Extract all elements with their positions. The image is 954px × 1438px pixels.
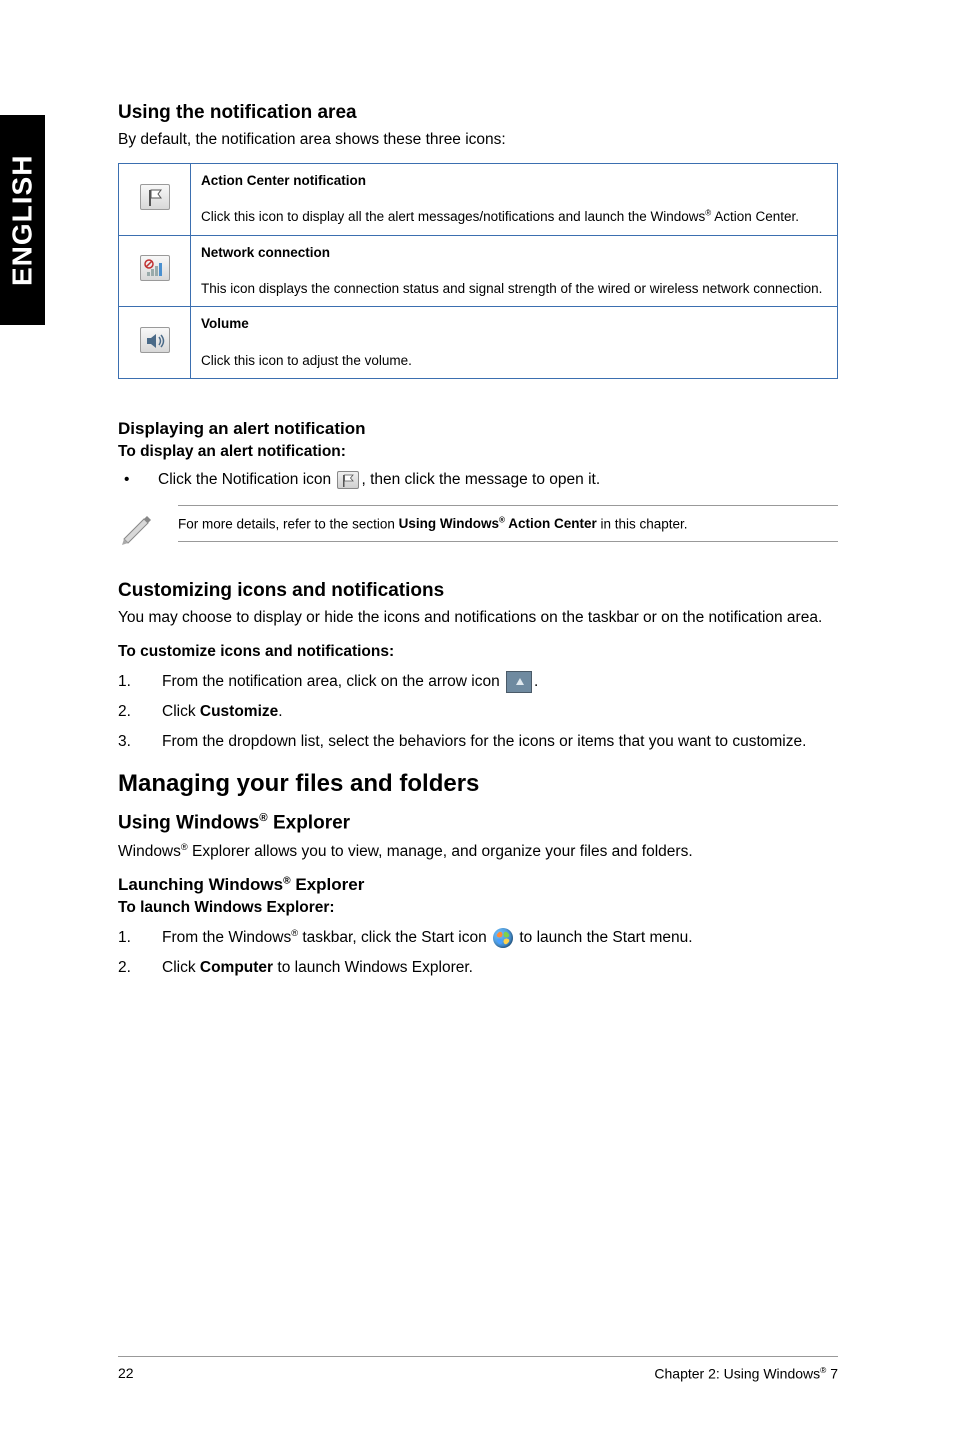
sub2-pre: Launching Windows <box>118 875 283 894</box>
row-title: Volume <box>201 316 249 331</box>
intro-customize: You may choose to display or hide the ic… <box>118 608 838 629</box>
bullet-pre: Click the Notification icon <box>158 471 335 488</box>
sub2-post: Explorer <box>291 875 365 894</box>
icon-cell <box>119 235 191 307</box>
heading-windows-explorer: Using Windows® Explorer <box>118 812 838 834</box>
notification-icons-table: Action Center notification Click this ic… <box>118 163 838 379</box>
reg-mark: ® <box>181 842 188 852</box>
page-footer: 22 Chapter 2: Using Windows® 7 <box>118 1356 838 1382</box>
step-post: to launch the Start menu. <box>515 929 693 946</box>
table-row: Action Center notification Click this ic… <box>119 163 838 235</box>
note-pre: For more details, refer to the section <box>178 516 399 531</box>
note-bold-post: Action Center <box>505 516 597 531</box>
sub-post: Explorer <box>268 813 350 834</box>
arrow-up-icon <box>506 671 532 693</box>
list-item: Click Computer to launch Windows Explore… <box>118 957 838 979</box>
step-post: . <box>278 703 282 720</box>
table-row: Volume Click this icon to adjust the vol… <box>119 307 838 379</box>
icon-cell <box>119 163 191 235</box>
list-item: From the notification area, click on the… <box>118 671 838 693</box>
reg-mark: ® <box>283 875 291 886</box>
windows-start-icon <box>493 928 513 948</box>
icon-description: Action Center notification Click this ic… <box>191 163 838 235</box>
step-bold: Computer <box>200 959 273 976</box>
heading-display-alert: Displaying an alert notification <box>118 419 838 439</box>
list-item: From the dropdown list, select the behav… <box>118 731 838 753</box>
subheading-display-alert: To display an alert notification: <box>118 443 838 461</box>
note-box: For more details, refer to the section U… <box>118 505 838 552</box>
step-post: . <box>534 673 538 690</box>
step-pre: Click <box>162 959 200 976</box>
intro-notification-area: By default, the notification area shows … <box>118 130 838 151</box>
sub-pre: Using Windows <box>118 813 259 834</box>
row-title: Action Center notification <box>201 173 366 188</box>
step-pre: From the notification area, click on the… <box>162 673 504 690</box>
chapter-pre: Chapter 2: Using Windows <box>654 1366 820 1382</box>
row-desc-pre: Click this icon to display all the alert… <box>201 209 705 224</box>
intro-post: Explorer allows you to view, manage, and… <box>188 843 693 860</box>
reg-mark: ® <box>259 812 267 824</box>
subheading-launch-explorer: To launch Windows Explorer: <box>118 899 838 917</box>
step-pre: Click <box>162 703 200 720</box>
bullet-dot: • <box>118 471 158 489</box>
bullet-text: Click the Notification icon , then click… <box>158 471 600 489</box>
pencil-icon <box>118 505 178 552</box>
step-post: to launch Windows Explorer. <box>273 959 473 976</box>
intro-explorer: Windows® Explorer allows you to view, ma… <box>118 841 838 863</box>
row-desc-post: Action Center. <box>711 209 799 224</box>
row-desc: Click this icon to adjust the volume. <box>201 353 412 368</box>
notification-flag-icon <box>337 471 359 489</box>
chapter-post: 7 <box>826 1366 838 1382</box>
table-row: Network connection This icon displays th… <box>119 235 838 307</box>
heading-launch-explorer: Launching Windows® Explorer <box>118 875 838 895</box>
row-title: Network connection <box>201 245 330 260</box>
page-number: 22 <box>118 1365 134 1382</box>
bullet-post: , then click the message to open it. <box>361 471 600 488</box>
volume-icon <box>140 327 170 353</box>
note-text: For more details, refer to the section U… <box>178 505 838 543</box>
subheading-customize: To customize icons and notifications: <box>118 643 838 661</box>
note-post: in this chapter. <box>597 516 688 531</box>
launch-steps: From the Windows® taskbar, click the Sta… <box>118 927 838 979</box>
chapter-label: Chapter 2: Using Windows® 7 <box>654 1365 838 1382</box>
heading-notification-area: Using the notification area <box>118 102 838 124</box>
note-bold-pre: Using Windows <box>399 516 499 531</box>
icon-description: Volume Click this icon to adjust the vol… <box>191 307 838 379</box>
list-item: From the Windows® taskbar, click the Sta… <box>118 927 838 949</box>
icon-description: Network connection This icon displays th… <box>191 235 838 307</box>
list-item: Click Customize. <box>118 701 838 723</box>
icon-cell <box>119 307 191 379</box>
row-desc: This icon displays the connection status… <box>201 281 822 296</box>
step-mid: taskbar, click the Start icon <box>298 929 491 946</box>
language-tab: ENGLISH <box>0 115 45 325</box>
customize-steps: From the notification area, click on the… <box>118 671 838 752</box>
heading-customize: Customizing icons and notifications <box>118 580 838 602</box>
step-pre: From the Windows <box>162 929 291 946</box>
bullet-item: • Click the Notification icon , then cli… <box>118 471 838 489</box>
page-content: Using the notification area By default, … <box>118 102 838 996</box>
action-center-flag-icon <box>140 184 170 210</box>
step-bold: Customize <box>200 703 278 720</box>
network-connection-icon <box>140 255 170 281</box>
heading-managing-files: Managing your files and folders <box>118 770 838 798</box>
intro-pre: Windows <box>118 843 181 860</box>
